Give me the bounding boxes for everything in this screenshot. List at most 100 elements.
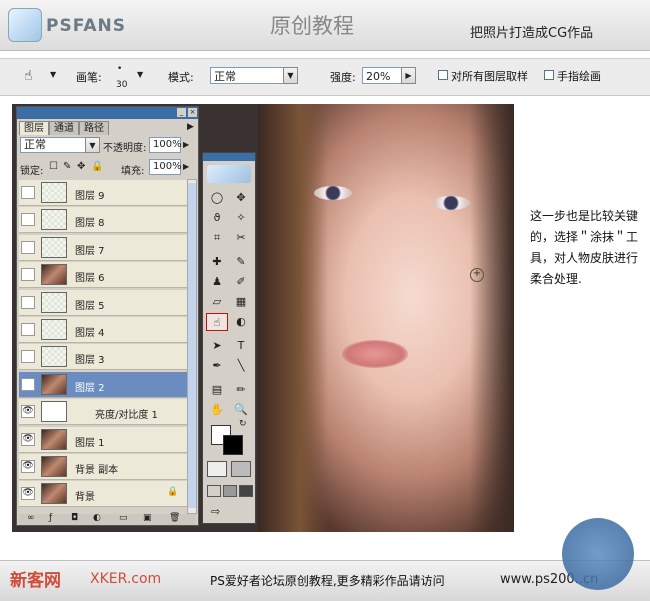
close-icon[interactable]: × (188, 108, 197, 117)
jump-to-imageready-icon[interactable]: ⇨ (211, 505, 220, 518)
layer-row[interactable]: 图层 9 (19, 180, 187, 206)
marquee-tool-icon[interactable]: ◯ (206, 189, 228, 207)
type-tool-icon[interactable]: T (230, 337, 252, 355)
footer-text: PS爱好者论坛原创教程,更多精彩作品请访问 (210, 574, 445, 588)
strength-input[interactable]: 20% (362, 67, 402, 84)
opacity-input[interactable]: 100% (149, 137, 182, 153)
visibility-eye-icon[interactable]: 👁 (21, 460, 35, 473)
fill-arrow-icon[interactable]: ▶ (183, 162, 189, 171)
move-tool-icon[interactable]: ✥ (230, 189, 252, 207)
tab-layers[interactable]: 图层 (19, 121, 49, 135)
history-brush-tool-icon[interactable]: ✐ (230, 273, 252, 291)
delete-layer-icon[interactable]: 🗑 (169, 513, 180, 523)
feather-header-icon (207, 165, 251, 183)
visibility-eye-icon[interactable] (21, 295, 35, 309)
layer-name: 亮度/对比度 1 (95, 410, 158, 422)
panel-bottom-toolbar: ∞ ƒ ◘ ◐ ▭ ▣ 🗑 (19, 513, 196, 525)
path-selection-tool-icon[interactable]: ➤ (206, 337, 228, 355)
layer-thumbnail (41, 236, 67, 258)
lock-transparency-icon[interactable]: ☐ (49, 161, 58, 172)
layer-style-icon[interactable]: ƒ (49, 513, 52, 523)
minimize-icon[interactable]: _ (177, 108, 186, 117)
layer-row[interactable]: 图层 6 (19, 262, 187, 289)
slice-tool-icon[interactable]: ✂ (230, 229, 252, 247)
visibility-eye-icon[interactable] (21, 213, 35, 227)
layer-row[interactable]: 👁 背景 🔒 (19, 481, 187, 508)
crop-tool-icon[interactable]: ⌗ (206, 229, 228, 247)
screen-mode-2-icon[interactable] (223, 485, 237, 497)
brush-picker-chevron-icon[interactable]: ▼ (137, 70, 143, 79)
lock-all-icon[interactable]: 🔒 (91, 161, 103, 172)
line-tool-icon[interactable]: ╲ (230, 357, 252, 375)
layer-row[interactable]: 👁 亮度/对比度 1 (19, 399, 187, 426)
layer-row[interactable]: 图层 3 (19, 344, 187, 371)
chevron-down-icon[interactable]: ▼ (50, 70, 56, 79)
visibility-eye-icon[interactable] (21, 268, 35, 282)
eraser-tool-icon[interactable]: ▱ (206, 293, 228, 311)
mode-select[interactable]: 正常 (210, 67, 284, 84)
layer-row[interactable]: 👁 图层 1 (19, 426, 187, 453)
brush-tool-icon[interactable]: ✎ (230, 253, 252, 271)
tab-paths[interactable]: 路径 (79, 121, 109, 135)
opacity-arrow-icon[interactable]: ▶ (183, 140, 189, 149)
layer-name: 图层 3 (75, 355, 105, 367)
eyedropper-tool-icon[interactable]: ✏ (230, 381, 252, 399)
dodge-tool-icon[interactable]: ◐ (230, 313, 252, 331)
lock-brush-icon[interactable]: ✎ (63, 161, 71, 172)
visibility-eye-icon[interactable] (21, 323, 35, 336)
finger-painting-checkbox[interactable] (544, 70, 554, 80)
layer-row[interactable]: 图层 4 (19, 317, 187, 343)
hand-tool-icon[interactable]: ✋ (206, 401, 228, 419)
quick-mask-icon[interactable] (231, 461, 251, 477)
tab-channels[interactable]: 通道 (49, 121, 79, 135)
lasso-tool-icon[interactable]: ϑ (206, 209, 228, 227)
visibility-eye-icon[interactable]: 👁 (21, 377, 35, 391)
panel-menu-icon[interactable]: ▶ (187, 122, 194, 132)
blend-mode-select[interactable]: 正常 (20, 137, 86, 153)
layer-lock-icon: 🔒 (167, 487, 179, 498)
fill-input[interactable]: 100% (149, 159, 182, 175)
new-layer-icon[interactable]: ▣ (143, 513, 152, 523)
smudge-preset-icon[interactable]: ☝ (24, 68, 33, 84)
visibility-eye-icon[interactable]: 👁 (21, 432, 35, 446)
background-color-swatch[interactable] (223, 435, 243, 455)
magic-wand-tool-icon[interactable]: ✧ (230, 209, 252, 227)
lock-move-icon[interactable]: ✥ (77, 161, 85, 172)
toolbox-titlebar[interactable] (203, 153, 255, 161)
panel-titlebar[interactable] (17, 107, 198, 119)
layer-row[interactable]: 图层 5 (19, 289, 187, 316)
blend-mode-dropdown-icon[interactable]: ▼ (85, 137, 100, 153)
new-group-icon[interactable]: ▭ (119, 513, 128, 523)
visibility-eye-icon[interactable]: 👁 (21, 487, 35, 501)
pen-tool-icon[interactable]: ✒ (206, 357, 228, 375)
notes-tool-icon[interactable]: ▤ (206, 381, 228, 399)
layer-row[interactable]: 图层 7 (19, 234, 187, 261)
layer-row[interactable]: 图层 8 (19, 207, 187, 234)
layer-thumbnail (41, 291, 67, 313)
layer-row[interactable]: 👁 图层 2 (19, 371, 187, 398)
link-layers-icon[interactable]: ∞ (27, 513, 35, 523)
visibility-eye-icon[interactable] (21, 240, 35, 254)
swap-colors-icon[interactable]: ↻ (239, 419, 247, 429)
step-description: 这一步也是比较关键的，选择＂涂抹＂工具，对人物皮肤进行柔合处理. (530, 209, 639, 286)
strength-arrow-icon[interactable]: ▶ (401, 67, 416, 84)
adjustment-layer-icon[interactable]: ◐ (93, 513, 101, 523)
visibility-eye-icon[interactable]: 👁 (21, 405, 35, 419)
brush-dot-icon: • (117, 64, 123, 74)
visibility-eye-icon[interactable] (21, 350, 35, 364)
smudge-tool-icon[interactable]: ☝ (206, 313, 228, 331)
add-mask-icon[interactable]: ◘ (71, 513, 78, 523)
screen-mode-3-icon[interactable] (239, 485, 253, 497)
zoom-tool-icon[interactable]: 🔍 (230, 401, 252, 419)
layers-panel: _ × 图层 通道 路径 ▶ 正常 ▼ 不透明度: 100% ▶ 锁定: ☐ ✎ ✥… (16, 106, 199, 526)
visibility-eye-icon[interactable] (21, 186, 35, 199)
healing-brush-tool-icon[interactable]: ✚ (206, 253, 228, 271)
clone-stamp-tool-icon[interactable]: ♟ (206, 273, 228, 291)
layer-row[interactable]: 👁 背景 副本 (19, 454, 187, 480)
gradient-tool-icon[interactable]: ▦ (230, 293, 252, 311)
standard-mode-icon[interactable] (207, 461, 227, 477)
screen-mode-1-icon[interactable] (207, 485, 221, 497)
mode-dropdown-icon[interactable]: ▼ (283, 67, 298, 84)
scrollbar-thumb[interactable] (188, 183, 196, 508)
sample-all-layers-checkbox[interactable] (438, 70, 448, 80)
